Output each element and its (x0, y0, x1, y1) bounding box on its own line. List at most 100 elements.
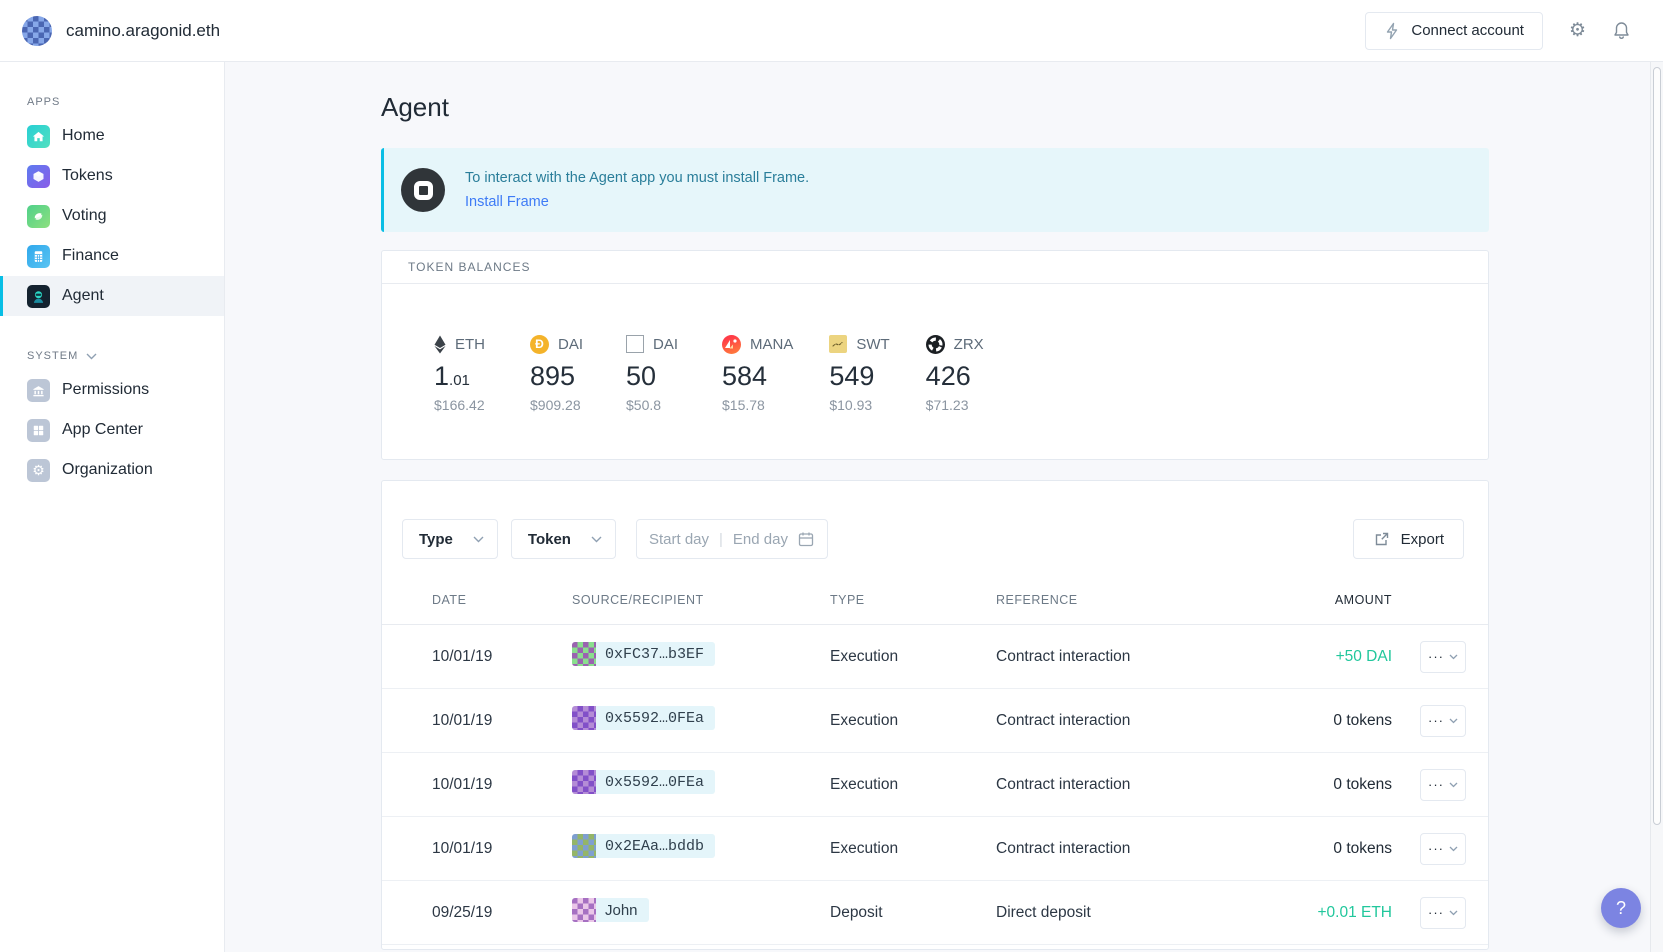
cell-amount: 0 tokens (1232, 712, 1392, 730)
type-filter-dropdown[interactable]: Type (402, 519, 498, 559)
sidebar: APPS Home Tokens Voting Finance Agent SY… (0, 62, 225, 952)
sidebar-item-app-center[interactable]: App Center (0, 410, 224, 450)
chevron-down-icon (591, 536, 602, 543)
install-frame-link[interactable]: Install Frame (465, 194, 549, 210)
eth-token-icon (434, 335, 446, 354)
token-balance-eth: ETH 1.01 $166.42 (434, 334, 494, 413)
cell-amount: +50 DAI (1232, 648, 1392, 666)
cell-date: 10/01/19 (432, 840, 572, 858)
unknown-token-icon (626, 335, 644, 353)
address-badge[interactable]: 0x5592…0FEa (572, 706, 715, 730)
column-header-amount: AMOUNT (1232, 593, 1392, 607)
cell-reference: Contract interaction (996, 840, 1232, 858)
token-balance-swt: SWT 549 $10.93 (829, 334, 889, 413)
dai-token-icon: Ð (530, 335, 549, 354)
chevron-down-icon (86, 353, 97, 360)
sidebar-item-label: Tokens (62, 167, 113, 185)
cell-date: 09/25/19 (432, 904, 572, 922)
finance-calculator-icon (27, 245, 50, 268)
org-name: camino.aragonid.eth (66, 21, 220, 41)
sidebar-item-label: Organization (62, 461, 153, 479)
row-actions-button[interactable]: ··· (1420, 705, 1466, 737)
install-frame-banner: To interact with the Agent app you must … (381, 148, 1489, 232)
row-actions-button[interactable]: ··· (1420, 769, 1466, 801)
identicon (572, 770, 596, 794)
transfers-panel: Type Token Start day | End day (381, 480, 1489, 950)
transfers-filters: Type Token Start day | End day (382, 481, 1488, 559)
address-badge[interactable]: 0x5592…0FEa (572, 770, 715, 794)
row-actions-button[interactable]: ··· (1420, 833, 1466, 865)
sidebar-item-finance[interactable]: Finance (0, 236, 224, 276)
token-symbol: DAI (558, 336, 583, 353)
notifications-bell-icon[interactable] (1612, 20, 1631, 41)
help-button[interactable]: ? (1601, 888, 1641, 928)
voting-icon (27, 205, 50, 228)
home-icon (27, 125, 50, 148)
identicon (572, 898, 596, 922)
sidebar-item-permissions[interactable]: Permissions (0, 370, 224, 410)
address-badge[interactable]: John (572, 898, 649, 922)
system-section-label[interactable]: SYSTEM (27, 350, 224, 362)
row-actions-button[interactable]: ··· (1420, 897, 1466, 929)
vertical-scrollbar (1650, 62, 1663, 952)
sidebar-item-organization[interactable]: ⚙ Organization (0, 450, 224, 490)
token-symbol: ZRX (954, 336, 984, 353)
sidebar-item-label: App Center (62, 421, 143, 439)
date-divider: | (719, 531, 723, 548)
transfers-table-header: DATE SOURCE/RECIPIENT TYPE REFERENCE AMO… (382, 575, 1488, 625)
page-title: Agent (381, 92, 1489, 123)
cell-reference: Contract interaction (996, 712, 1232, 730)
cell-reference: Contract interaction (996, 648, 1232, 666)
token-usd-value: $166.42 (434, 397, 494, 413)
table-row: 10/01/19 0x5592…0FEa Execution Contract … (382, 689, 1488, 753)
org-switcher[interactable]: camino.aragonid.eth (0, 16, 220, 46)
sidebar-item-agent[interactable]: Agent (0, 276, 224, 316)
token-filter-dropdown[interactable]: Token (511, 519, 616, 559)
token-balances-panel: TOKEN BALANCES ETH 1.01 $166.42 Ð (381, 250, 1489, 460)
row-actions-button[interactable]: ··· (1420, 641, 1466, 673)
address-badge[interactable]: 0x2EAa…bddb (572, 834, 715, 858)
date-range-input[interactable]: Start day | End day (636, 519, 828, 559)
column-header-source-recipient: SOURCE/RECIPIENT (572, 593, 830, 607)
sidebar-item-home[interactable]: Home (0, 116, 224, 156)
export-button[interactable]: Export (1353, 519, 1464, 559)
agent-robot-icon (27, 285, 50, 308)
app-center-grid-icon (27, 419, 50, 442)
identicon (572, 642, 596, 666)
cell-type: Execution (830, 776, 996, 794)
organization-gear-icon: ⚙ (27, 459, 50, 482)
chevron-down-icon (473, 536, 484, 543)
frame-logo-icon (401, 168, 445, 212)
cell-reference: Contract interaction (996, 776, 1232, 794)
mana-token-icon (722, 335, 741, 354)
token-usd-value: $50.8 (626, 397, 686, 413)
export-icon (1373, 531, 1390, 548)
column-header-date: DATE (432, 593, 572, 607)
token-balance-zrx: ZRX 426 $71.23 (926, 334, 986, 413)
cell-type: Execution (830, 712, 996, 730)
token-usd-value: $15.78 (722, 397, 793, 413)
address-badge[interactable]: 0xFC37…b3EF (572, 642, 715, 666)
scrollbar-thumb[interactable] (1653, 67, 1661, 825)
sidebar-item-label: Home (62, 127, 105, 145)
apps-section-label: APPS (27, 96, 224, 108)
calendar-icon (797, 530, 815, 548)
tokens-cube-icon (27, 165, 50, 188)
token-usd-value: $10.93 (829, 397, 889, 413)
topbar: camino.aragonid.eth Connect account ⚙ (0, 0, 1663, 62)
column-header-type: TYPE (830, 593, 996, 607)
sidebar-item-voting[interactable]: Voting (0, 196, 224, 236)
permissions-bank-icon (27, 379, 50, 402)
settings-gear-icon[interactable]: ⚙ (1569, 21, 1586, 40)
column-header-reference: REFERENCE (996, 593, 1232, 607)
cell-date: 10/01/19 (432, 648, 572, 666)
token-symbol: MANA (750, 336, 793, 353)
connect-account-button[interactable]: Connect account (1365, 12, 1543, 50)
identicon (572, 706, 596, 730)
table-row: 10/01/19 0x5592…0FEa Execution Contract … (382, 753, 1488, 817)
sidebar-item-label: Finance (62, 247, 119, 265)
token-balances-header: TOKEN BALANCES (382, 251, 1488, 284)
token-balance-mana: MANA 584 $15.78 (722, 334, 793, 413)
sidebar-item-tokens[interactable]: Tokens (0, 156, 224, 196)
org-avatar (22, 16, 52, 46)
